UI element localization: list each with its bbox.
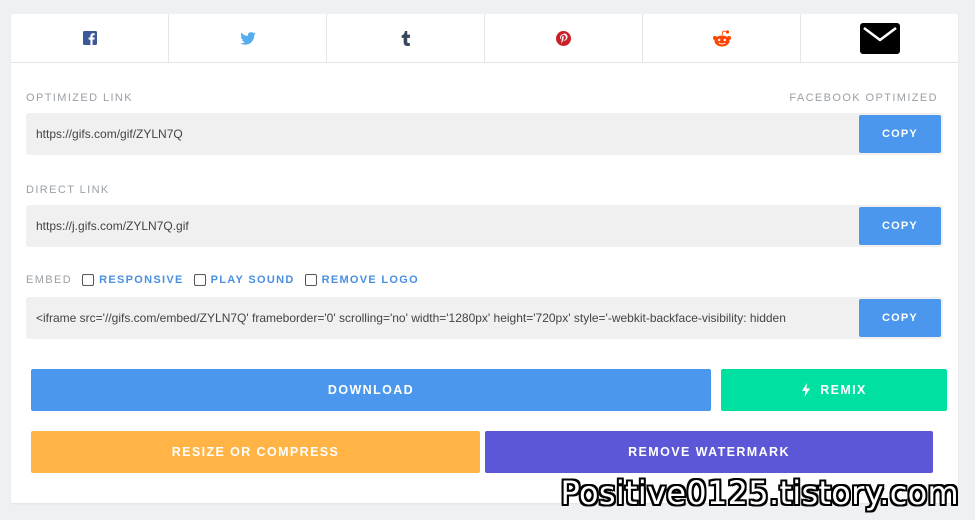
copy-embed-code-button[interactable]: COPY bbox=[859, 299, 941, 337]
responsive-option[interactable]: RESPONSIVE bbox=[82, 274, 184, 286]
optimized-link-field[interactable] bbox=[26, 113, 859, 155]
remix-button-label: REMIX bbox=[820, 383, 867, 397]
twitter-icon bbox=[239, 31, 256, 45]
play-sound-checkbox[interactable] bbox=[193, 274, 206, 286]
facebook-icon bbox=[82, 31, 97, 45]
share-reddit[interactable] bbox=[643, 14, 801, 62]
direct-link-label: DIRECT LINK bbox=[26, 184, 110, 196]
resize-or-compress-label: RESIZE OR COMPRESS bbox=[171, 445, 340, 459]
remix-button[interactable]: REMIX bbox=[721, 369, 947, 411]
embed-code-field[interactable] bbox=[26, 297, 859, 339]
copy-direct-link-button[interactable]: COPY bbox=[859, 207, 941, 245]
share-card: OPTIMIZED LINK FACEBOOK OPTIMIZED COPY D… bbox=[11, 14, 958, 503]
direct-link-row: COPY bbox=[26, 205, 943, 247]
responsive-option-label: RESPONSIVE bbox=[99, 274, 184, 286]
embed-header: EMBED RESPONSIVE PLAY SOUND REMOVE LOGO bbox=[26, 274, 938, 286]
reddit-icon bbox=[712, 29, 731, 46]
share-email[interactable] bbox=[801, 14, 958, 62]
play-sound-option[interactable]: PLAY SOUND bbox=[193, 274, 295, 286]
responsive-checkbox[interactable] bbox=[82, 274, 95, 286]
email-icon bbox=[859, 22, 900, 54]
optimized-link-label: OPTIMIZED LINK bbox=[26, 92, 133, 104]
share-pinterest[interactable] bbox=[485, 14, 643, 62]
share-tumblr[interactable] bbox=[327, 14, 485, 62]
watermark-text: Positive0125.tistory.com bbox=[560, 474, 959, 512]
share-twitter[interactable] bbox=[169, 14, 327, 62]
copy-optimized-link-button[interactable]: COPY bbox=[859, 115, 941, 153]
download-button[interactable]: DOWNLOAD bbox=[31, 369, 711, 411]
download-button-label: DOWNLOAD bbox=[327, 383, 415, 397]
tumblr-icon bbox=[401, 30, 410, 46]
share-bar bbox=[11, 14, 958, 63]
remove-logo-option[interactable]: REMOVE LOGO bbox=[304, 274, 419, 286]
pinterest-icon bbox=[556, 30, 571, 46]
share-facebook[interactable] bbox=[11, 14, 169, 62]
resize-or-compress-button[interactable]: RESIZE OR COMPRESS bbox=[31, 431, 480, 473]
optimized-link-header: OPTIMIZED LINK FACEBOOK OPTIMIZED bbox=[26, 92, 938, 104]
optimized-link-row: COPY bbox=[26, 113, 943, 155]
facebook-optimized-label: FACEBOOK OPTIMIZED bbox=[789, 92, 938, 104]
embed-label: EMBED bbox=[26, 274, 73, 286]
remove-watermark-label: REMOVE WATERMARK bbox=[628, 445, 790, 459]
play-sound-option-label: PLAY SOUND bbox=[210, 274, 295, 286]
embed-code-row: COPY bbox=[26, 297, 943, 339]
direct-link-header: DIRECT LINK bbox=[26, 184, 938, 196]
lightning-icon bbox=[802, 383, 811, 397]
direct-link-field[interactable] bbox=[26, 205, 859, 247]
remove-logo-checkbox[interactable] bbox=[304, 274, 317, 286]
remove-watermark-button[interactable]: REMOVE WATERMARK bbox=[485, 431, 933, 473]
remove-logo-option-label: REMOVE LOGO bbox=[321, 274, 419, 286]
